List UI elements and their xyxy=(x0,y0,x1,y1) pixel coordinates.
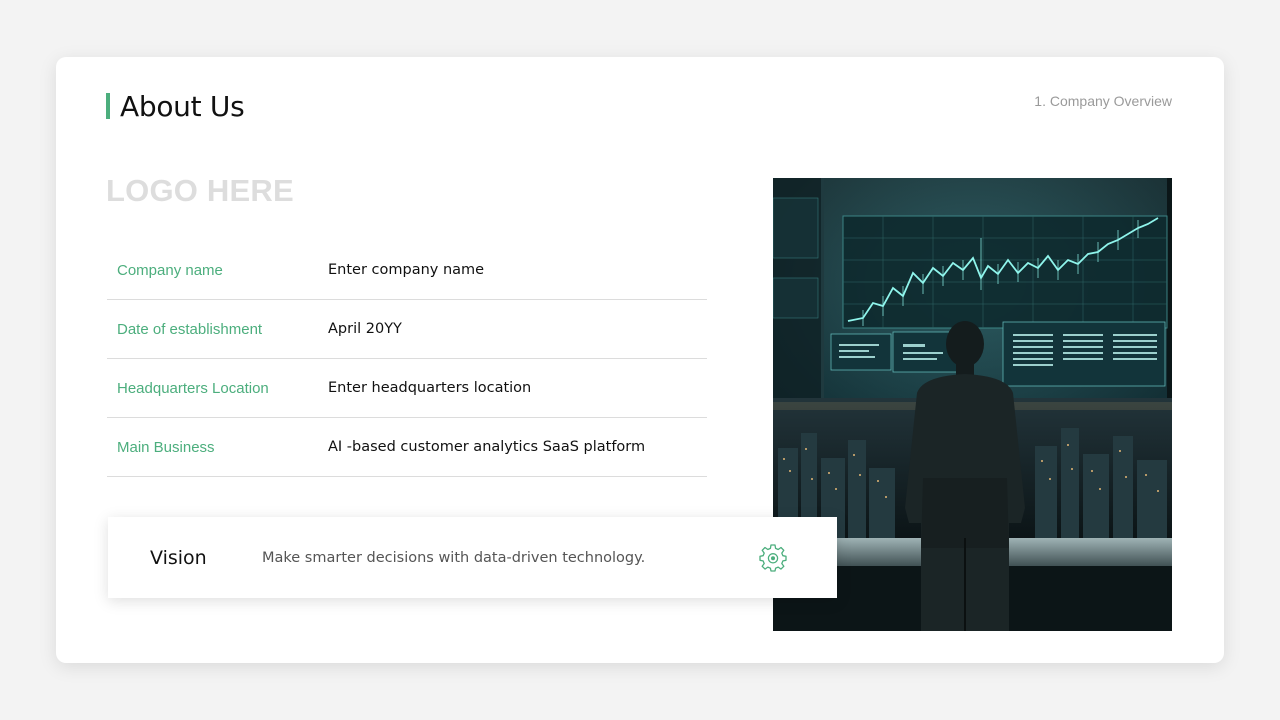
section-label: 1. Company Overview xyxy=(1034,93,1172,109)
info-label: Headquarters Location xyxy=(117,379,269,397)
info-row-headquarters-location: Headquarters Location Enter headquarters… xyxy=(107,359,707,418)
gear-icon xyxy=(758,542,788,572)
info-row-company-name: Company name Enter company name xyxy=(107,241,707,300)
info-value: Enter headquarters location xyxy=(328,380,532,396)
info-label: Company name xyxy=(117,261,223,279)
info-row-date-of-establishment: Date of establishment April 20YY xyxy=(107,300,707,359)
title-accent-bar xyxy=(106,93,110,119)
slide-card: About Us 1. Company Overview LOGO HERE C… xyxy=(56,57,1224,663)
page-title: About Us xyxy=(120,89,245,123)
info-label: Date of establishment xyxy=(117,320,263,338)
info-row-main-business: Main Business AI -based customer analyti… xyxy=(107,418,707,477)
vision-box: Vision Make smarter decisions with data-… xyxy=(108,517,837,598)
company-info-table: Company name Enter company name Date of … xyxy=(107,241,707,477)
info-label: Main Business xyxy=(117,438,215,456)
logo-placeholder: LOGO HERE xyxy=(106,173,294,208)
vision-label: Vision xyxy=(150,546,207,569)
title-group: About Us xyxy=(106,89,245,123)
vision-text: Make smarter decisions with data-driven … xyxy=(262,549,646,566)
info-value: Enter company name xyxy=(328,262,485,278)
info-value: AI -based customer analytics SaaS platfo… xyxy=(328,439,646,455)
info-value: April 20YY xyxy=(328,321,402,337)
